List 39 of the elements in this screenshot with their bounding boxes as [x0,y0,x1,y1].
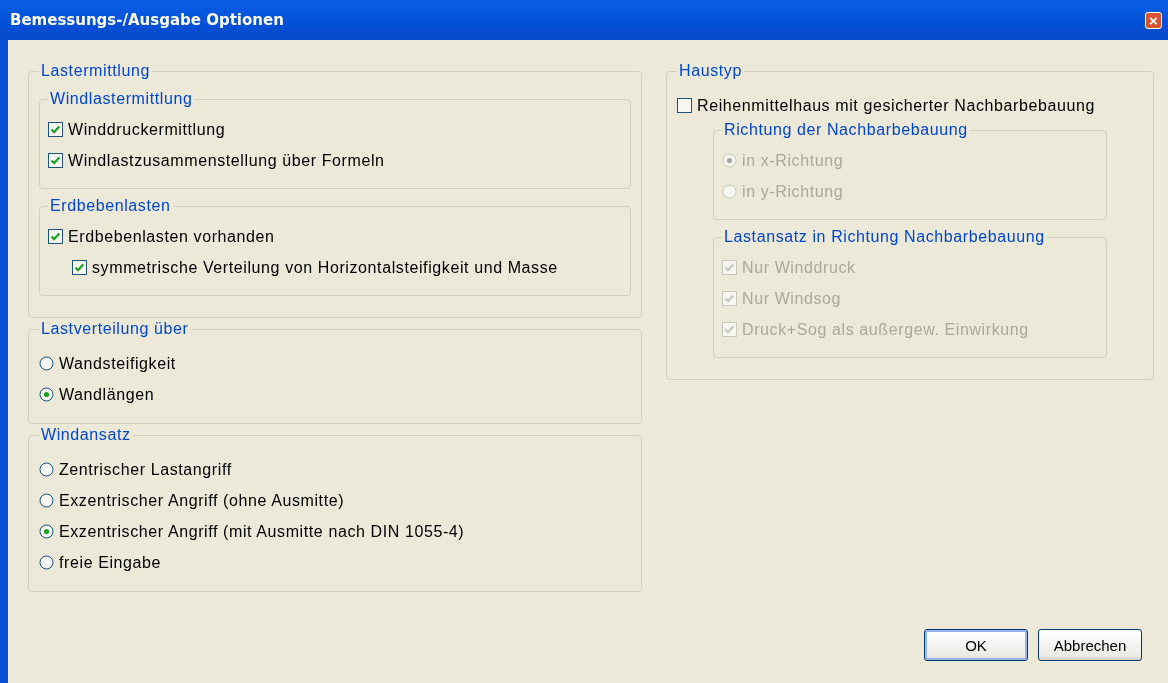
checkbox-label: Winddruckermittlung [68,120,226,139]
ok-button[interactable]: OK [924,629,1028,661]
checkbox[interactable] [48,122,63,137]
radio-label: Exzentrischer Angriff (mit Ausmitte nach DIN 1055-4) [59,522,465,541]
checkbox-label: Reihenmittelhaus mit gesicherter Nachbarbebauung [697,96,1095,115]
group-title: Lastverteilung über [40,320,190,338]
radio-button[interactable] [39,493,54,508]
checkbox-label: Nur Windsog [742,289,842,308]
checkbox-label: Nur Winddruck [742,258,856,277]
radio-button[interactable] [39,462,54,477]
checkbox[interactable] [48,153,63,168]
radio-label: Wandsteifigkeit [59,354,176,373]
radio-label: Zentrischer Lastangriff [59,460,232,479]
checkbox[interactable] [677,98,692,113]
group-title: Richtung der Nachbarbebauung [723,121,969,139]
group-title: Lastermittlung [40,62,151,80]
checkbox[interactable] [72,260,87,275]
radio-button[interactable] [39,524,54,539]
window-title: Bemessungs-/Ausgabe Optionen [10,11,284,29]
group-title: Haustyp [678,62,743,80]
radio-label: Exzentrischer Angriff (ohne Ausmitte) [59,491,345,510]
group-title: Windansatz [40,426,132,444]
radio-label: in y-Richtung [742,182,844,201]
radio-label: Wandlängen [59,385,155,404]
checkbox[interactable] [48,229,63,244]
radio-label: freie Eingabe [59,553,162,572]
radio-button[interactable] [39,356,54,371]
close-button[interactable]: × [1145,11,1162,29]
checkbox-label: symmetrische Verteilung von Horizontalsteifigkeit und Masse [92,258,558,277]
radio-label: in x-Richtung [742,151,844,170]
group-title: Windlastermittlung [49,90,194,108]
cancel-button[interactable]: Abbrechen [1038,629,1142,661]
group-title: Lastansatz in Richtung Nachbarbebauung [723,228,1046,246]
group-title: Erdbebenlasten [49,197,172,215]
radio-button[interactable] [39,555,54,570]
checkbox-label: Erdbebenlasten vorhanden [68,227,275,246]
checkbox-label: Windlastzusammenstellung über Formeln [68,151,385,170]
radio-button[interactable] [39,387,54,402]
checkbox-label: Druck+Sog als außergew. Einwirkung [742,320,1029,339]
